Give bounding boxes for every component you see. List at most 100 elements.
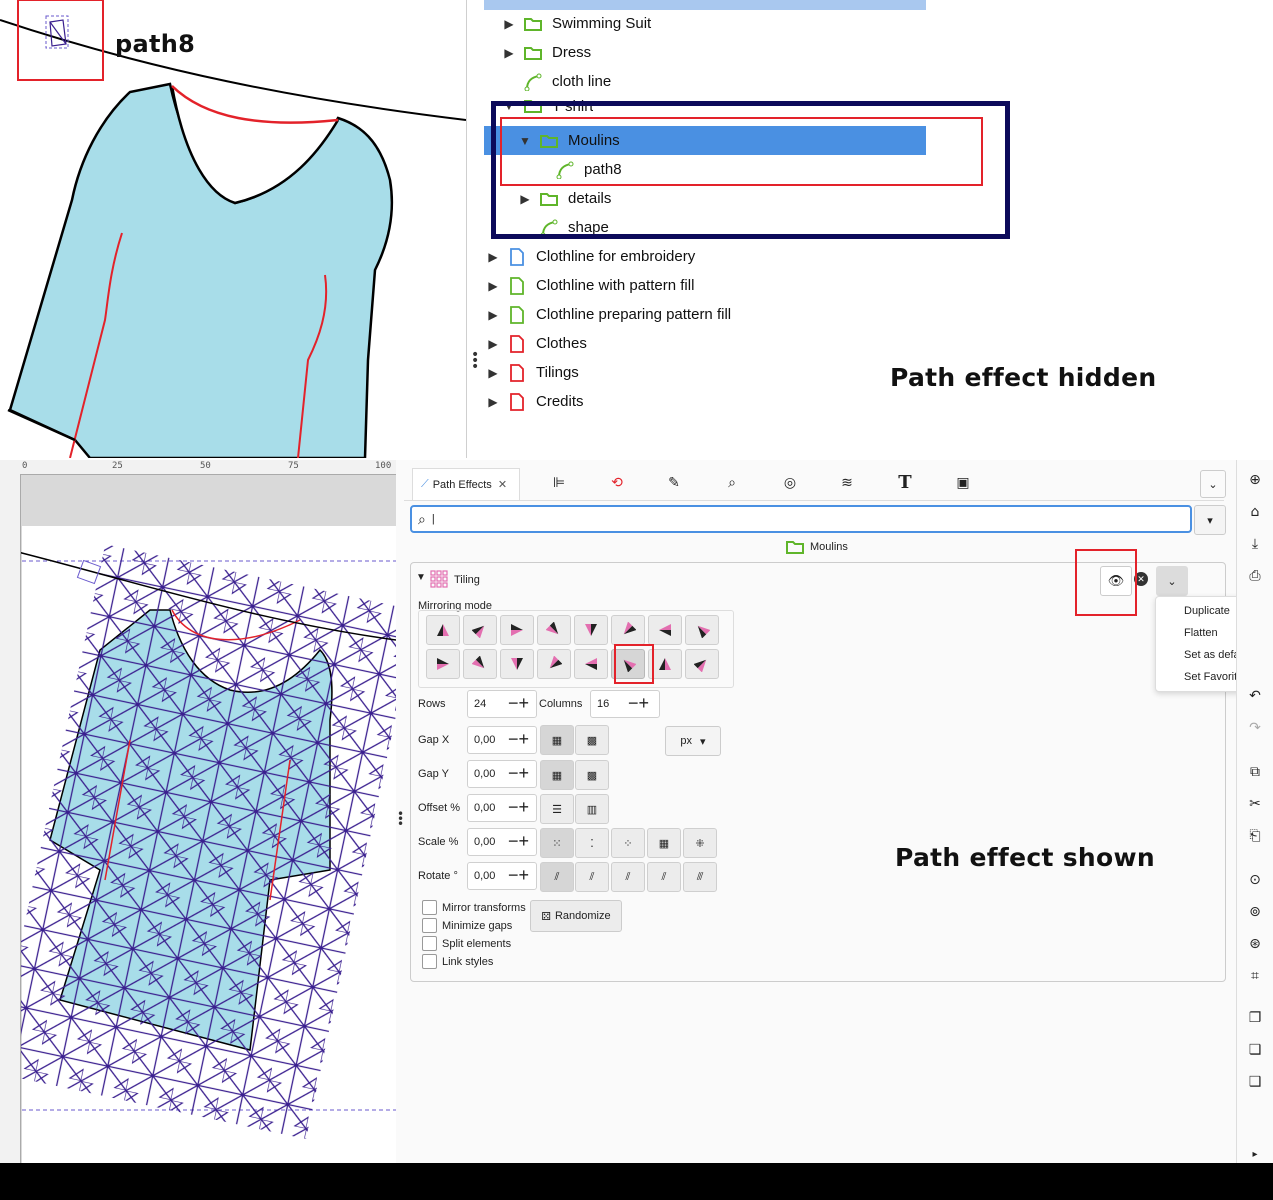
expand-triangle-icon[interactable]: ▶ [486, 395, 500, 409]
mirroring-mode-button[interactable] [648, 615, 682, 645]
layer-dress[interactable]: ▶ Dress [502, 38, 591, 67]
minimize-gaps-checkbox[interactable]: Minimize gaps [422, 918, 512, 933]
columns-input[interactable]: 16 [590, 690, 660, 718]
more-commands-icon[interactable]: ▸ [1245, 1144, 1265, 1164]
copy-icon[interactable]: ⧉ [1245, 762, 1265, 782]
gap-y-minus-plus-icon[interactable]: −+ [508, 764, 529, 782]
collapse-effect-icon[interactable]: ▼ [416, 572, 426, 583]
text-icon[interactable]: T [895, 472, 915, 493]
checkbox-box[interactable] [422, 954, 437, 969]
clone-icon[interactable]: ❏ [1245, 1040, 1265, 1060]
document-icon[interactable]: ▣ [953, 472, 973, 492]
checkbox-box[interactable] [422, 900, 437, 915]
redo-icon[interactable]: ↷ [1245, 718, 1265, 738]
expand-triangle-icon[interactable]: ▶ [486, 308, 500, 322]
rotate-mode-2-button[interactable]: ⫽ [575, 862, 609, 892]
expand-triangle-icon[interactable]: ▶ [486, 337, 500, 351]
page-credits[interactable]: ▶ Credits [486, 387, 584, 416]
layer-cloth-line[interactable]: cloth line [524, 67, 611, 96]
print-icon[interactable]: ⎙ [1245, 566, 1265, 586]
undo-icon[interactable]: ↶ [1245, 686, 1265, 706]
rotate-mode-1-button[interactable]: ⫽ [540, 862, 574, 892]
mirroring-mode-button[interactable] [574, 649, 608, 679]
scale-mode-3-button[interactable]: ⁘ [611, 828, 645, 858]
rotate-mode-4-button[interactable]: ⫽ [647, 862, 681, 892]
mirroring-mode-button[interactable] [611, 615, 645, 645]
zoom-selection-icon[interactable]: ⊙ [1245, 870, 1265, 890]
gap-y-mode-1-button[interactable]: ▦ [540, 760, 574, 790]
mirroring-mode-button[interactable] [537, 615, 571, 645]
effect-menu-chevron-icon[interactable]: ⌄ [1156, 566, 1188, 596]
close-tab-icon[interactable]: ✕ [498, 478, 507, 491]
mirroring-mode-button[interactable] [537, 649, 571, 679]
link-styles-checkbox[interactable]: Link styles [422, 954, 493, 969]
horizontal-ruler[interactable]: 0 25 50 75 100 [0, 460, 396, 475]
mirroring-mode-button[interactable] [685, 615, 719, 645]
page-clothline-preparing[interactable]: ▶ Clothline preparing pattern fill [486, 300, 731, 329]
expand-triangle-icon[interactable]: ▶ [486, 250, 500, 264]
panel-divider-bottom[interactable]: • • • [396, 460, 404, 1163]
duplicate-icon[interactable]: ❐ [1245, 1008, 1265, 1028]
split-elements-checkbox[interactable]: Split elements [422, 936, 511, 951]
rotate-mode-5-button[interactable]: ⫻ [683, 862, 717, 892]
align-icon[interactable]: ⊫ [549, 472, 569, 492]
tabs-overflow-chevron-icon[interactable]: ⌄ [1200, 470, 1226, 498]
checkbox-box[interactable] [422, 936, 437, 951]
fill-stroke-icon[interactable]: ✎ [664, 472, 684, 492]
expand-triangle-icon[interactable]: ▶ [502, 17, 516, 31]
vertical-ruler[interactable] [0, 474, 21, 1164]
layer-swimming-suit[interactable]: ▶ Swimming Suit [502, 9, 651, 38]
menu-set-favorite[interactable]: Set Favorite [1184, 671, 1243, 683]
scale-mode-4-button[interactable]: ▦ [647, 828, 681, 858]
mirroring-mode-button[interactable] [500, 615, 534, 645]
transform-icon[interactable]: ⟲ [607, 472, 627, 492]
rotate-minus-plus-icon[interactable]: −+ [508, 866, 529, 884]
open-folder-icon[interactable]: ⌂ [1245, 502, 1265, 522]
new-document-icon[interactable]: ⊕ [1245, 470, 1265, 490]
zoom-fit-icon[interactable]: ⌗ [1245, 966, 1265, 986]
mirroring-mode-button[interactable] [574, 615, 608, 645]
effect-search-input[interactable]: ⌕ | [410, 505, 1192, 533]
mirror-transforms-checkbox[interactable]: Mirror transforms [422, 900, 526, 915]
randomize-button[interactable]: ⚄ Randomize [530, 900, 622, 932]
mirroring-mode-button[interactable] [463, 649, 497, 679]
scale-minus-plus-icon[interactable]: −+ [508, 832, 529, 850]
panel-divider-top[interactable]: • • • [466, 0, 485, 458]
gap-y-mode-2-button[interactable]: ▩ [575, 760, 609, 790]
scale-mode-2-button[interactable]: ⁚ [575, 828, 609, 858]
tab-path-effects[interactable]: ⟋ Path Effects ✕ [412, 468, 520, 500]
mirroring-mode-button[interactable] [500, 649, 534, 679]
mirroring-mode-button[interactable] [426, 615, 460, 645]
unit-select[interactable]: px ▾ [665, 726, 721, 756]
drag-handle-icon[interactable]: • • • [471, 348, 479, 374]
bottom-canvas[interactable] [0, 460, 396, 1163]
menu-duplicate[interactable]: Duplicate [1184, 605, 1230, 617]
mirroring-mode-button[interactable] [426, 649, 460, 679]
offset-rows-button[interactable]: ☰ [540, 794, 574, 824]
checkbox-box[interactable] [422, 918, 437, 933]
rows-minus-plus-icon[interactable]: −+ [508, 694, 529, 712]
page-clothline-embroidery[interactable]: ▶ Clothline for embroidery [486, 242, 695, 271]
layers-icon[interactable]: ≋ [837, 472, 857, 492]
zoom-page-icon[interactable]: ⊛ [1245, 934, 1265, 954]
mirroring-mode-button[interactable] [463, 615, 497, 645]
search-dropdown-chevron-icon[interactable]: ▾ [1194, 505, 1226, 535]
mirroring-mode-button[interactable] [685, 649, 719, 679]
save-download-icon[interactable]: ⤓ [1245, 534, 1265, 554]
page-clothline-pattern-fill[interactable]: ▶ Clothline with pattern fill [486, 271, 694, 300]
columns-minus-plus-icon[interactable]: −+ [628, 694, 649, 712]
unlink-clone-icon[interactable]: ❑ [1245, 1072, 1265, 1092]
offset-columns-button[interactable]: ▥ [575, 794, 609, 824]
offset-minus-plus-icon[interactable]: −+ [508, 798, 529, 816]
page-tilings[interactable]: ▶ Tilings [486, 358, 579, 387]
page-clothes[interactable]: ▶ Clothes [486, 329, 587, 358]
expand-triangle-icon[interactable]: ▶ [486, 279, 500, 293]
scale-mode-5-button[interactable]: ⁜ [683, 828, 717, 858]
top-canvas[interactable]: path8 [0, 0, 466, 458]
find-icon[interactable]: ⌕ [722, 472, 742, 492]
scale-mode-1-button[interactable]: ⁙ [540, 828, 574, 858]
gap-x-mode-2-button[interactable]: ▩ [575, 725, 609, 755]
rotate-mode-3-button[interactable]: ⫽ [611, 862, 645, 892]
paste-icon[interactable]: ⎗ [1245, 826, 1265, 846]
gap-x-minus-plus-icon[interactable]: −+ [508, 730, 529, 748]
